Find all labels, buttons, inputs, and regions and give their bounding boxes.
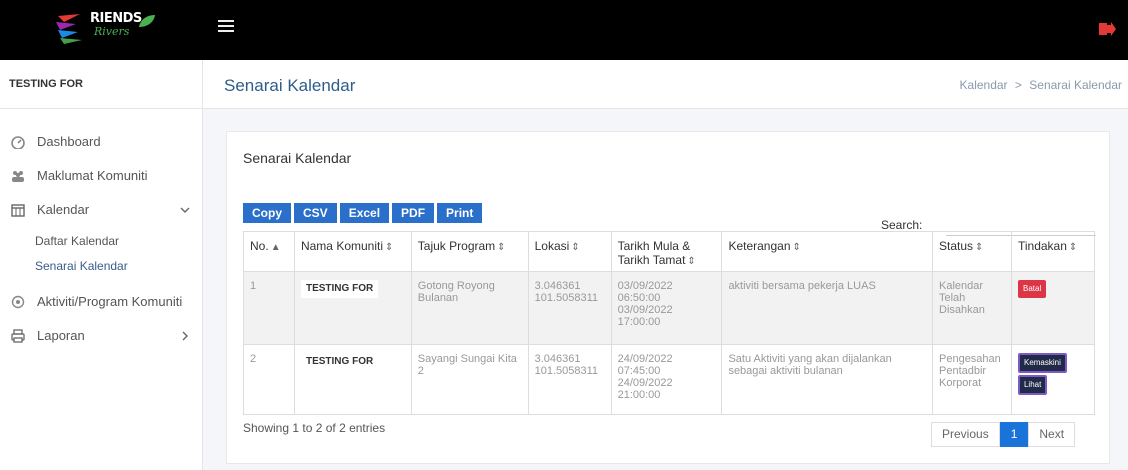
sidebar-item-label: Laporan [37, 328, 85, 343]
table-row: 1 TESTING FOR Gotong Royong Bulanan 3.04… [243, 271, 1096, 345]
column-header-nama-komuniti[interactable]: Nama Komuniti ⇕ [293, 231, 412, 272]
card-title: Senarai Kalendar [243, 150, 352, 166]
cell-komuniti: TESTING FOR [293, 271, 412, 345]
column-header-tarikh[interactable]: Tarikh Mula & Tarikh Tamat ⇕ [610, 231, 723, 272]
calendar-list-card: Senarai Kalendar Copy CSV Excel PDF Prin… [226, 131, 1110, 464]
print-button[interactable]: Print [437, 203, 483, 223]
cell-tarikh: 24/09/2022 07:45:00 24/09/2022 21:00:00 [610, 344, 723, 415]
breadcrumb-current: Senarai Kalendar [1029, 78, 1122, 92]
sidebar-item-kalendar[interactable]: Kalendar [0, 197, 202, 231]
print-icon [11, 329, 25, 343]
chevron-down-icon [180, 207, 190, 213]
dashboard-icon [11, 136, 25, 149]
cell-status: Kalendar Telah Disahkan [932, 271, 1012, 345]
cell-tarikh: 03/09/2022 06:50:00 03/09/2022 17:00:00 [610, 271, 723, 345]
sort-icon: ⇕ [385, 242, 394, 253]
pagination-page-1[interactable]: 1 [999, 422, 1029, 447]
content-header: Senarai Kalendar Kalendar > Senarai Kale… [203, 60, 1128, 109]
cell-actions: Kemaskini Lihat [1010, 344, 1096, 415]
breadcrumb: Kalendar > Senarai Kalendar [960, 78, 1122, 92]
brand-name: RIENDS [90, 11, 142, 26]
sidebar-user: TESTING FOR [0, 60, 202, 109]
sidebar-item-dashboard[interactable]: Dashboard [0, 129, 202, 163]
sidebar-item-laporan[interactable]: Laporan [0, 323, 202, 357]
sort-icon: ⇕ [497, 242, 506, 253]
sort-asc-icon: ▲ [270, 242, 281, 253]
leaf-icon [139, 15, 155, 27]
cell-actions: Batal [1010, 271, 1096, 345]
logo-mark-icon [56, 14, 82, 44]
sidebar-item-label: Maklumat Komuniti [37, 168, 148, 183]
export-buttons: Copy CSV Excel PDF Print [243, 203, 485, 223]
cell-program: Gotong Royong Bulanan [410, 271, 529, 345]
hamburger-icon[interactable] [218, 20, 234, 34]
komuniti-label: TESTING FOR [300, 280, 379, 298]
cell-status: Pengesahan Pentadbir Korporat [932, 344, 1012, 415]
sidebar-item-aktiviti[interactable]: Aktiviti/Program Komuniti [0, 289, 202, 323]
cell-lokasi: 3.046361 101.5058311 [527, 344, 612, 415]
column-header-lokasi[interactable]: Lokasi ⇕ [527, 231, 612, 272]
sidebar-item-label: Aktiviti/Program Komuniti [37, 294, 183, 309]
pagination-next[interactable]: Next [1028, 422, 1076, 447]
csv-button[interactable]: CSV [294, 203, 337, 223]
table-row: 2 TESTING FOR Sayangi Sungai Kita 2 3.04… [243, 344, 1096, 415]
pagination: Previous 1 Next [931, 422, 1076, 447]
sidebar-item-label: Dashboard [37, 134, 101, 149]
sidebar-item-label: Kalendar [37, 202, 90, 217]
users-icon [12, 171, 24, 182]
copy-button[interactable]: Copy [243, 203, 291, 223]
sidebar-subitem-daftar-kalendar[interactable]: Daftar Kalendar [0, 231, 202, 256]
column-header-tajuk-program[interactable]: Tajuk Program ⇕ [410, 231, 529, 272]
cell-keterangan: aktiviti bersama pekerja LUAS [721, 271, 933, 345]
brand-logo[interactable]: RIENDS Rivers [50, 8, 155, 48]
sidebar-menu: Dashboard Maklumat Komuniti Kalendar Daf… [0, 129, 202, 357]
cell-komuniti: TESTING FOR [293, 344, 412, 415]
excel-button[interactable]: Excel [339, 203, 390, 223]
chevron-right-icon [182, 331, 188, 341]
cell-lokasi: 3.046361 101.5058311 [527, 271, 612, 345]
search-label: Search: [881, 218, 923, 232]
brand-subname: Rivers [94, 25, 130, 38]
sidebar-subitem-senarai-kalendar[interactable]: Senarai Kalendar [0, 256, 202, 281]
sort-icon: ⇕ [1068, 242, 1078, 253]
sign-out-icon[interactable] [1098, 20, 1116, 38]
table-header-row: No. ▲ Nama Komuniti ⇕ Tajuk Program ⇕ Lokas… [243, 231, 1096, 272]
breadcrumb-link-kalendar[interactable]: Kalendar [960, 78, 1008, 92]
breadcrumb-separator: > [1014, 78, 1022, 92]
column-header-keterangan[interactable]: Keterangan ⇕ [721, 231, 933, 272]
sidebar-item-maklumat-komuniti[interactable]: Maklumat Komuniti [0, 163, 202, 197]
batal-button[interactable]: Batal [1017, 280, 1047, 298]
sort-icon: ⇕ [571, 242, 580, 253]
cell-no: 1 [243, 271, 295, 345]
sidebar: TESTING FOR Dashboard Maklumat Komuniti [0, 60, 203, 470]
cell-keterangan: Satu Aktiviti yang akan dijalankan sebag… [721, 344, 933, 415]
table-info: Showing 1 to 2 of 2 entries [243, 421, 386, 435]
column-header-no[interactable]: No. ▲ [243, 231, 295, 272]
sort-icon: ⇕ [975, 242, 984, 253]
calendar-table: No. ▲ Nama Komuniti ⇕ Tajuk Program ⇕ Lokas… [243, 231, 1096, 415]
komuniti-label: TESTING FOR [300, 353, 379, 371]
sort-icon: ⇕ [792, 242, 801, 253]
cell-no: 2 [243, 344, 295, 415]
pagination-previous[interactable]: Previous [931, 422, 1000, 447]
column-header-tindakan[interactable]: Tindakan ⇕ [1010, 231, 1096, 272]
cell-program: Sayangi Sungai Kita 2 [410, 344, 529, 415]
page-title: Senarai Kalendar [224, 76, 356, 95]
calendar-icon [11, 204, 25, 217]
column-header-status[interactable]: Status ⇕ [932, 231, 1012, 272]
kemaskini-button[interactable]: Kemaskini [1017, 353, 1067, 373]
sort-icon: ⇕ [687, 256, 696, 267]
pdf-button[interactable]: PDF [392, 203, 435, 223]
activity-icon [11, 295, 25, 309]
lihat-button[interactable]: Lihat [1017, 375, 1048, 395]
top-navbar: RIENDS Rivers [0, 0, 1128, 60]
